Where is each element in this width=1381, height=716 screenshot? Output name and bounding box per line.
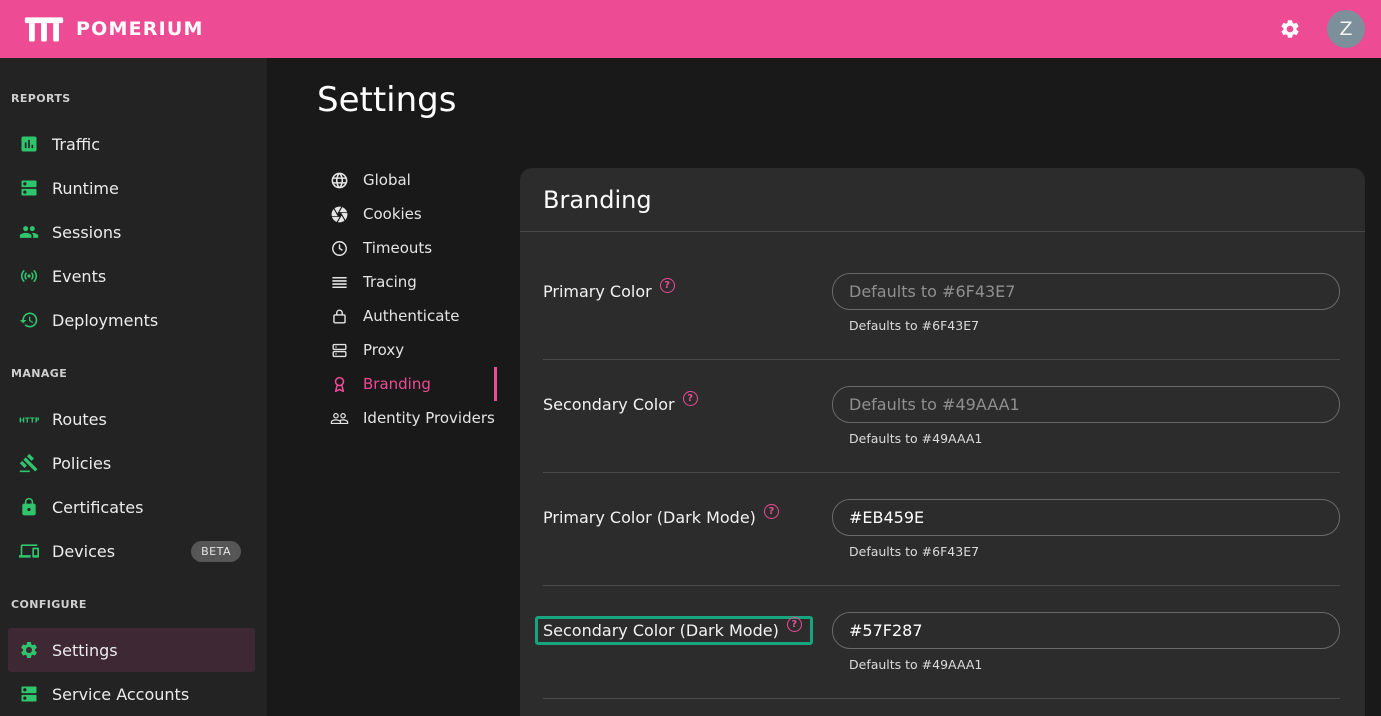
sidebar-item-sessions[interactable]: Sessions: [0, 210, 267, 254]
tab-global[interactable]: Global: [317, 163, 497, 197]
server-icon: [19, 684, 39, 704]
http-icon: HTTP: [19, 409, 39, 429]
field-label: Secondary Color: [543, 395, 675, 414]
brand: POMERIUM: [24, 12, 204, 46]
pomerium-logo-icon: [24, 12, 64, 46]
beta-badge: BETA: [191, 541, 241, 562]
helper-text: Defaults to #6F43E7: [849, 544, 979, 559]
server-outline-icon: [330, 341, 349, 360]
sidebar-item-service-accounts[interactable]: Service Accounts: [0, 672, 267, 716]
tab-timeouts[interactable]: Timeouts: [317, 231, 497, 265]
gear-icon[interactable]: [1279, 18, 1301, 40]
sidebar-item-settings[interactable]: Settings: [8, 628, 255, 672]
lock-outline-icon: [330, 307, 349, 326]
help-icon[interactable]: [683, 391, 698, 406]
avatar-initial: Z: [1339, 18, 1352, 40]
tab-proxy[interactable]: Proxy: [317, 333, 497, 367]
page-title: Settings: [317, 80, 456, 120]
clock-icon: [330, 239, 349, 258]
field-label: Primary Color (Dark Mode): [543, 508, 756, 527]
annotation-highlight-box: Secondary Color (Dark Mode): [535, 616, 813, 645]
help-icon[interactable]: [660, 278, 675, 293]
history-icon: [19, 310, 39, 330]
helper-text: Defaults to #6F43E7: [849, 318, 979, 333]
sidebar-item-traffic[interactable]: Traffic: [0, 122, 267, 166]
divider: [543, 698, 1340, 699]
divider: [543, 472, 1340, 473]
lines-icon: [330, 273, 349, 292]
panel-title: Branding: [520, 168, 1365, 232]
helper-text: Defaults to #49AAA1: [849, 657, 982, 672]
field-primary-color-dark: Primary Color (Dark Mode) Defaults to #6…: [543, 499, 1340, 612]
branding-panel: Branding Primary Color Defaults to #6F43…: [520, 168, 1365, 716]
bar-chart-icon: [19, 134, 39, 154]
primary-color-dark-input[interactable]: [832, 499, 1340, 536]
server-icon: [19, 178, 39, 198]
settings-nav: Global Cookies Timeouts Tracing Authenti…: [317, 163, 497, 435]
section-label-manage: MANAGE: [0, 367, 267, 380]
devices-icon: [19, 541, 39, 561]
sidebar-item-devices[interactable]: Devices BETA: [0, 529, 267, 573]
divider: [543, 359, 1340, 360]
field-secondary-color-dark: Secondary Color (Dark Mode) Defaults to …: [543, 612, 1340, 716]
field-secondary-color: Secondary Color Defaults to #49AAA1: [543, 386, 1340, 499]
divider: [543, 585, 1340, 586]
cookie-icon: [330, 205, 349, 224]
tab-authenticate[interactable]: Authenticate: [317, 299, 497, 333]
secondary-color-input[interactable]: [832, 386, 1340, 423]
sidebar-item-events[interactable]: Events: [0, 254, 267, 298]
gear-icon: [19, 640, 39, 660]
gavel-icon: [19, 453, 39, 473]
antenna-icon: [19, 266, 39, 286]
sidebar-item-runtime[interactable]: Runtime: [0, 166, 267, 210]
sidebar-item-deployments[interactable]: Deployments: [0, 298, 267, 342]
award-icon: [330, 375, 349, 394]
sidebar: REPORTS Traffic Runtime Sessions Events …: [0, 58, 268, 716]
section-label-reports: REPORTS: [0, 92, 267, 105]
sidebar-item-certificates[interactable]: Certificates: [0, 485, 267, 529]
lock-icon: [19, 497, 39, 517]
avatar[interactable]: Z: [1327, 10, 1365, 48]
field-label: Secondary Color (Dark Mode): [543, 621, 779, 640]
primary-color-input[interactable]: [832, 273, 1340, 310]
sidebar-item-routes[interactable]: HTTP Routes: [0, 397, 267, 441]
app-bar: POMERIUM Z: [0, 0, 1381, 58]
secondary-color-dark-input[interactable]: [832, 612, 1340, 649]
tab-cookies[interactable]: Cookies: [317, 197, 497, 231]
field-primary-color: Primary Color Defaults to #6F43E7: [543, 273, 1340, 386]
svg-text:HTTP: HTTP: [19, 415, 39, 424]
section-label-configure: CONFIGURE: [0, 598, 267, 611]
people-outline-icon: [330, 409, 349, 428]
helper-text: Defaults to #49AAA1: [849, 431, 982, 446]
tab-tracing[interactable]: Tracing: [317, 265, 497, 299]
people-icon: [19, 222, 39, 242]
help-icon[interactable]: [787, 617, 802, 632]
tab-identity-providers[interactable]: Identity Providers: [317, 401, 497, 435]
globe-icon: [330, 171, 349, 190]
help-icon[interactable]: [764, 504, 779, 519]
field-label: Primary Color: [543, 282, 652, 301]
tab-branding[interactable]: Branding: [317, 367, 497, 401]
sidebar-item-policies[interactable]: Policies: [0, 441, 267, 485]
brand-name: POMERIUM: [76, 18, 204, 40]
